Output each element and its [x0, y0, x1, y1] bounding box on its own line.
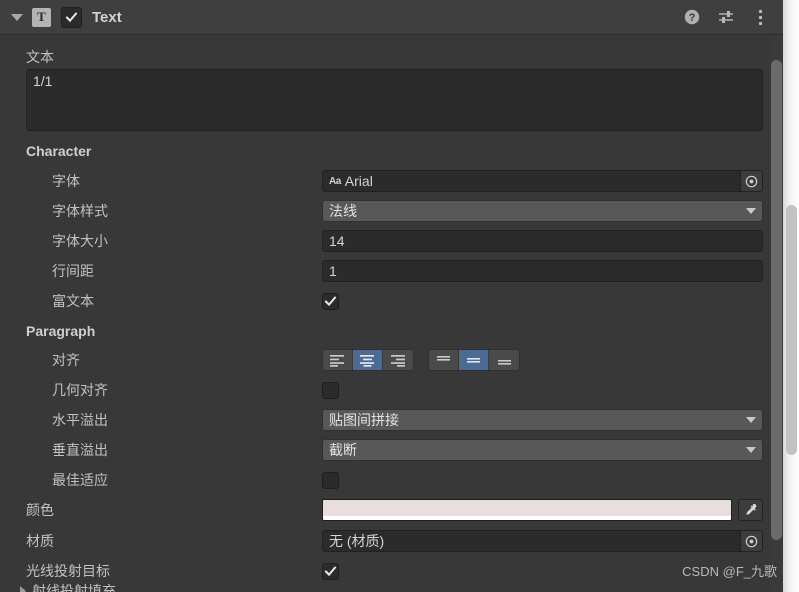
character-section-title: Character — [26, 143, 92, 159]
align-bottom-icon[interactable] — [489, 350, 519, 370]
vertical-overflow-label: 垂直溢出 — [52, 442, 108, 458]
raycast-target-label: 光线投射目标 — [26, 563, 110, 579]
rich-text-row: 富文本 — [0, 286, 783, 316]
outer-scroll-area — [783, 0, 799, 592]
material-label: 材质 — [26, 533, 54, 549]
eyedropper-icon[interactable] — [738, 499, 763, 521]
header-icon-group: ? — [683, 8, 783, 26]
font-size-row: 字体大小 14 — [0, 226, 783, 256]
color-label: 颜色 — [26, 502, 54, 518]
horizontal-overflow-dropdown[interactable]: 贴图间拼接 — [322, 409, 763, 431]
horizontal-overflow-label: 水平溢出 — [52, 412, 108, 428]
font-size-label: 字体大小 — [52, 233, 108, 249]
horizontal-alignment-group[interactable] — [322, 349, 414, 371]
text-property-row: 文本 — [0, 42, 783, 72]
component-icon-letter: T — [37, 9, 46, 24]
material-row: 材质 无 (材质) — [0, 526, 783, 556]
align-right-icon[interactable] — [383, 350, 413, 370]
checkmark-icon — [65, 11, 78, 22]
font-style-row: 字体样式 法线 — [0, 196, 783, 226]
outer-scrollbar-thumb[interactable] — [786, 205, 797, 455]
paragraph-section-header: Paragraph — [0, 316, 783, 346]
font-label: 字体 — [52, 173, 80, 189]
text-input-value: 1/1 — [33, 73, 53, 89]
unity-inspector-panel: T Text ? 文本 1/1 Character 字体 Aa Arial 字体… — [0, 0, 799, 592]
best-fit-label: 最佳适应 — [52, 472, 108, 488]
text-component-icon: T — [32, 7, 51, 27]
line-spacing-value: 1 — [329, 263, 337, 279]
raycast-target-row: 光线投射目标 — [0, 556, 783, 586]
component-header[interactable]: T Text ? — [0, 0, 783, 35]
font-style-dropdown[interactable]: 法线 — [322, 200, 763, 222]
font-value-wrap: Aa Arial — [323, 173, 373, 189]
chevron-down-icon — [746, 208, 756, 214]
text-input[interactable]: 1/1 — [26, 69, 763, 131]
kebab-menu-icon[interactable] — [751, 8, 769, 26]
page-title: Text — [92, 8, 122, 26]
material-value: 无 (材质) — [329, 533, 385, 549]
font-style-value: 法线 — [329, 203, 357, 219]
font-object-field[interactable]: Aa Arial — [322, 170, 763, 192]
line-spacing-input[interactable]: 1 — [322, 260, 763, 282]
paragraph-section-title: Paragraph — [26, 323, 96, 339]
horizontal-overflow-row: 水平溢出 贴图间拼接 — [0, 405, 783, 435]
align-left-icon[interactable] — [323, 350, 353, 370]
raycast-target-checkbox[interactable] — [322, 562, 339, 580]
vertical-alignment-group[interactable] — [428, 349, 520, 371]
triangle-right-icon[interactable] — [20, 586, 26, 592]
rich-text-checkbox[interactable] — [322, 292, 339, 310]
best-fit-row: 最佳适应 — [0, 465, 783, 495]
align-top-icon[interactable] — [429, 350, 459, 370]
align-by-geometry-label: 几何对齐 — [52, 382, 108, 398]
color-swatch[interactable] — [322, 499, 732, 521]
checkmark-icon — [324, 565, 337, 576]
color-swatch-fill — [323, 500, 731, 516]
vertical-scrollbar-track[interactable] — [770, 35, 783, 592]
character-section-header: Character — [0, 136, 783, 166]
vertical-overflow-value: 截断 — [329, 442, 357, 458]
font-size-input[interactable]: 14 — [322, 230, 763, 252]
align-by-geometry-row: 几何对齐 — [0, 375, 783, 405]
best-fit-checkbox[interactable] — [322, 471, 339, 489]
component-enabled-checkbox[interactable] — [61, 6, 82, 28]
object-picker-icon[interactable] — [740, 531, 762, 551]
font-type-glyph: Aa — [329, 175, 341, 187]
align-by-geometry-checkbox[interactable] — [322, 381, 339, 399]
raycast-padding-label: 射线投射填充 — [32, 583, 116, 592]
font-style-label: 字体样式 — [52, 203, 108, 219]
horizontal-overflow-value: 贴图间拼接 — [329, 412, 399, 428]
line-spacing-label: 行间距 — [52, 263, 94, 279]
alignment-row: 对齐 — [0, 345, 783, 375]
preset-sliders-icon[interactable] — [717, 8, 735, 26]
vertical-scrollbar-thumb[interactable] — [771, 60, 782, 540]
color-field-wrap — [322, 499, 763, 521]
checkmark-icon — [324, 295, 337, 306]
font-size-value: 14 — [329, 233, 345, 249]
object-picker-icon[interactable] — [740, 171, 762, 191]
font-row: 字体 Aa Arial — [0, 166, 783, 196]
color-alpha-bar — [323, 516, 731, 520]
raycast-padding-row[interactable]: 射线投射填充 — [0, 583, 799, 592]
chevron-down-icon — [746, 417, 756, 423]
align-center-icon[interactable] — [353, 350, 383, 370]
align-middle-icon[interactable] — [459, 350, 489, 370]
line-spacing-row: 行间距 1 — [0, 256, 783, 286]
vertical-overflow-row: 垂直溢出 截断 — [0, 435, 783, 465]
text-property-label: 文本 — [26, 49, 54, 65]
svg-text:?: ? — [689, 12, 696, 24]
material-object-field[interactable]: 无 (材质) — [322, 530, 763, 552]
watermark: CSDN @F_九歌 — [682, 564, 777, 579]
chevron-down-icon — [746, 447, 756, 453]
help-icon[interactable]: ? — [683, 8, 701, 26]
alignment-label: 对齐 — [52, 352, 80, 368]
color-row: 颜色 — [0, 495, 783, 525]
triangle-down-icon[interactable] — [10, 10, 24, 24]
font-value: Arial — [344, 173, 373, 189]
vertical-overflow-dropdown[interactable]: 截断 — [322, 439, 763, 461]
rich-text-label: 富文本 — [52, 293, 94, 309]
